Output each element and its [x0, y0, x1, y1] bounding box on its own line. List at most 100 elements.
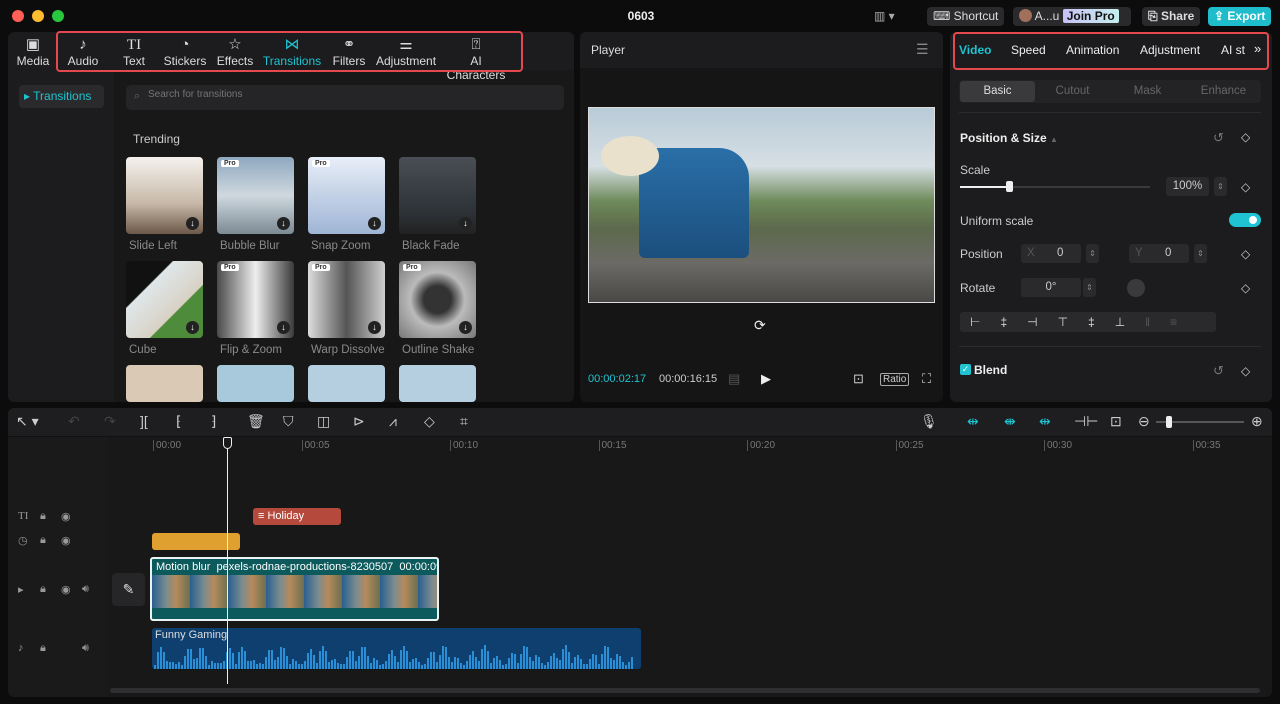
- search-field[interactable]: [148, 89, 548, 100]
- redo-icon[interactable]: ↷: [104, 413, 116, 430]
- audio-clip[interactable]: Funny Gaming: [152, 628, 641, 669]
- menu-icon[interactable]: ☰: [916, 41, 929, 58]
- transition-thumb[interactable]: Pro ↓: [217, 157, 294, 234]
- subtab-cutout[interactable]: Cutout: [1035, 81, 1110, 102]
- marker-icon[interactable]: ⛉: [283, 413, 294, 430]
- download-icon[interactable]: ↓: [186, 217, 199, 230]
- download-icon[interactable]: ↓: [277, 321, 290, 334]
- position-y-stepper[interactable]: ⇕: [1194, 244, 1207, 263]
- export-button[interactable]: ⇪ Export: [1208, 7, 1272, 26]
- download-icon[interactable]: ↓: [186, 321, 199, 334]
- reverse-icon[interactable]: ⊳: [353, 413, 365, 430]
- minimize-window-button[interactable]: [32, 10, 44, 22]
- lock-icon[interactable]: 🔒︎: [40, 510, 46, 523]
- align-toolbar[interactable]: ⊢‡⊣⊤‡⊥‖≡: [960, 312, 1216, 332]
- crop-icon[interactable]: ⌗: [460, 413, 468, 430]
- mirror-icon[interactable]: ⩘: [389, 413, 397, 430]
- freeze-icon[interactable]: ◫: [317, 413, 330, 430]
- position-x-input[interactable]: X0: [1021, 244, 1081, 263]
- section-position-size[interactable]: Position & Size ▲: [960, 131, 1058, 145]
- auto-snap-icon[interactable]: ⇼: [1004, 413, 1016, 430]
- close-window-button[interactable]: [12, 10, 24, 22]
- download-icon[interactable]: ↓: [368, 217, 381, 230]
- download-icon[interactable]: ↓: [368, 321, 381, 334]
- search-input[interactable]: ⌕: [126, 85, 564, 110]
- lock-icon[interactable]: 🔒︎: [40, 534, 46, 547]
- download-icon[interactable]: ↓: [277, 217, 290, 230]
- main-track-magnet-icon[interactable]: ⇹: [967, 413, 979, 430]
- transition-thumb[interactable]: [399, 365, 476, 402]
- transition-thumb[interactable]: [126, 365, 203, 402]
- split-left-icon[interactable]: ⁅: [176, 413, 181, 430]
- scale-stepper[interactable]: ⇕: [1214, 177, 1227, 196]
- keyframe-icon[interactable]: ◇: [1241, 281, 1250, 295]
- fullscreen-icon[interactable]: ⛶: [922, 371, 931, 387]
- rotate-dial[interactable]: [1127, 279, 1145, 297]
- position-y-input[interactable]: Y0: [1129, 244, 1189, 263]
- maximize-window-button[interactable]: [52, 10, 64, 22]
- scale-slider-handle[interactable]: [1006, 181, 1014, 192]
- edit-cover-button[interactable]: ✎: [112, 573, 145, 606]
- lock-icon[interactable]: 🔒︎: [40, 583, 46, 596]
- position-x-stepper[interactable]: ⇕: [1086, 244, 1099, 263]
- keyframe-icon[interactable]: ◇: [1241, 130, 1250, 144]
- transition-thumb[interactable]: Pro ↓: [217, 261, 294, 338]
- blend-checkbox[interactable]: ✓: [960, 364, 971, 375]
- subtab-enhance[interactable]: Enhance: [1186, 81, 1261, 102]
- share-button[interactable]: ⎘ Share: [1142, 7, 1201, 26]
- zoom-slider[interactable]: [1156, 416, 1244, 428]
- preview-axis-icon[interactable]: ⊡: [1110, 413, 1122, 430]
- eye-icon[interactable]: ◉: [61, 583, 71, 596]
- play-button[interactable]: ▶: [761, 371, 771, 387]
- rotate-stepper[interactable]: ⇕: [1083, 278, 1096, 297]
- transition-thumb[interactable]: Pro ↓: [308, 261, 385, 338]
- transition-thumb[interactable]: [217, 365, 294, 402]
- timeline-scrollbar[interactable]: [110, 688, 1260, 693]
- grid-icon[interactable]: ▤: [728, 371, 740, 387]
- subtab-basic[interactable]: Basic: [960, 81, 1035, 102]
- text-clip[interactable]: ≡ Holiday: [253, 508, 341, 525]
- rotate-icon[interactable]: ◇: [424, 413, 435, 430]
- video-preview[interactable]: [588, 107, 935, 303]
- reset-icon[interactable]: ↺: [1213, 363, 1224, 379]
- subtab-mask[interactable]: Mask: [1110, 81, 1185, 102]
- lock-icon[interactable]: 🔒︎: [40, 642, 46, 655]
- keyframe-icon[interactable]: ◇: [1241, 247, 1250, 261]
- linkage-icon[interactable]: ⇹: [1039, 413, 1051, 430]
- volume-icon[interactable]: 🔊︎: [82, 583, 89, 596]
- shortcut-button[interactable]: ⌨ Shortcut: [927, 7, 1005, 26]
- playhead[interactable]: [223, 437, 232, 684]
- transition-thumb[interactable]: ↓: [126, 261, 203, 338]
- zoom-slider-handle[interactable]: [1166, 416, 1172, 428]
- eye-icon[interactable]: ◉: [61, 534, 71, 547]
- reset-icon[interactable]: ↺: [1213, 130, 1224, 146]
- microphone-icon[interactable]: 🎙: [920, 413, 938, 430]
- transition-thumb[interactable]: ↓: [126, 157, 203, 234]
- sidebar-item-transitions[interactable]: ▸ Transitions: [19, 85, 104, 108]
- split-icon[interactable]: ][: [140, 413, 148, 429]
- undo-icon[interactable]: ↶: [68, 413, 80, 430]
- blend-label[interactable]: Blend: [974, 363, 1007, 377]
- keyframe-icon[interactable]: ◇: [1241, 180, 1250, 194]
- transition-thumb[interactable]: Pro ↓: [399, 261, 476, 338]
- split-right-icon[interactable]: ⁆: [211, 413, 216, 430]
- download-icon[interactable]: ↓: [459, 321, 472, 334]
- ratio-button[interactable]: Ratio: [880, 373, 910, 386]
- select-tool-icon[interactable]: ↖ ▾: [16, 413, 39, 430]
- transition-thumb[interactable]: Pro ↓: [308, 157, 385, 234]
- uniform-scale-toggle[interactable]: [1229, 213, 1261, 227]
- transition-thumb[interactable]: [308, 365, 385, 402]
- playhead-handle[interactable]: [223, 437, 232, 449]
- fit-icon[interactable]: ⊡: [853, 371, 864, 387]
- delete-icon[interactable]: 🗑: [247, 413, 265, 430]
- zoom-in-icon[interactable]: ⊕: [1251, 413, 1263, 430]
- keyframe-icon[interactable]: ◇: [1241, 364, 1250, 378]
- eye-icon[interactable]: ◉: [61, 510, 71, 523]
- zoom-out-icon[interactable]: ⊖: [1138, 413, 1150, 430]
- video-clip[interactable]: Motion blur pexels-rodnae-productions-82…: [150, 557, 439, 621]
- account-button[interactable]: A...u Join Pro: [1013, 7, 1131, 26]
- layout-icon[interactable]: ▥ ▾: [874, 9, 895, 23]
- scale-slider[interactable]: [960, 181, 1150, 192]
- tab-media[interactable]: ▣ Media: [14, 36, 52, 68]
- volume-icon[interactable]: 🔊︎: [82, 642, 89, 655]
